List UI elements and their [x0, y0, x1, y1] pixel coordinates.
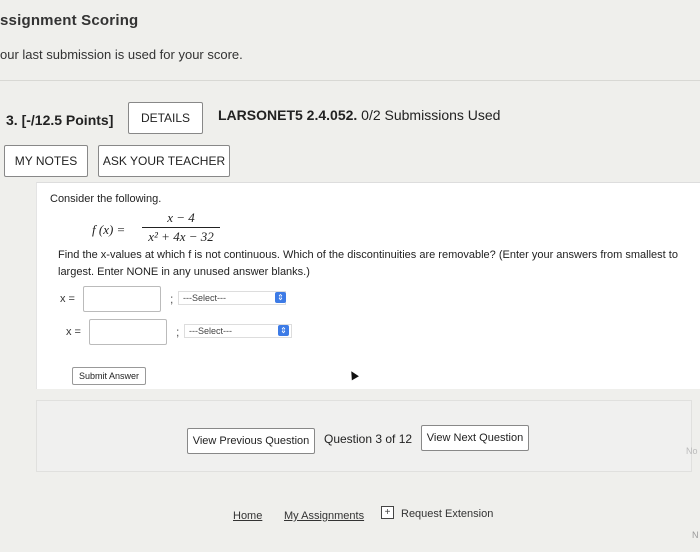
answer-2-input[interactable] [89, 319, 167, 345]
question-number: 3. [-/12.5 Points] [6, 112, 114, 128]
fraction-bar [142, 227, 220, 228]
view-next-question-button[interactable]: View Next Question [421, 425, 529, 451]
answer-1-label: x = [60, 293, 75, 305]
edge-text-bottom: N [692, 530, 699, 540]
function-label: f (x) = [92, 222, 126, 237]
header-divider [0, 80, 700, 81]
question-intro: Consider the following. [50, 193, 162, 205]
my-assignments-link[interactable]: My Assignments [284, 510, 364, 522]
scoring-note: our last submission is used for your sco… [0, 47, 243, 62]
answer-1-input[interactable] [83, 286, 161, 312]
view-previous-question-button[interactable]: View Previous Question [187, 428, 315, 454]
request-extension-link[interactable]: Request Extension [401, 508, 493, 520]
my-notes-button[interactable]: MY NOTES [4, 145, 88, 177]
fraction-numerator: x − 4 [167, 210, 195, 225]
question-instructions: Find the x-values at which f is not cont… [58, 249, 678, 278]
question-code: LARSONET5 2.4.052. [218, 107, 358, 123]
question-source: LARSONET5 2.4.052. 0/2 Submissions Used [218, 107, 500, 123]
fraction: x − 4 x² + 4x − 32 [142, 210, 220, 245]
answer-1-separator: ; [170, 292, 174, 306]
answer-1-removable-select[interactable]: ---Select--- [178, 291, 286, 305]
details-button[interactable]: DETAILS [128, 102, 203, 134]
answer-2-separator: ; [176, 325, 180, 339]
ask-teacher-button[interactable]: ASK YOUR TEACHER [98, 145, 230, 177]
submissions-used: 0/2 Submissions Used [361, 107, 501, 123]
edge-text-right: No [686, 446, 698, 456]
answer-2-removable-select[interactable]: ---Select--- [184, 324, 292, 338]
answer-2-select-value: ---Select--- [189, 326, 232, 336]
select-spinner-icon[interactable]: ⇕ [275, 292, 286, 303]
fraction-denominator: x² + 4x − 32 [148, 229, 214, 244]
assignment-scoring-title: ssignment Scoring [0, 12, 139, 29]
select-spinner-icon[interactable]: ⇕ [278, 325, 289, 336]
submit-answer-button[interactable]: Submit Answer [72, 367, 146, 385]
question-position: Question 3 of 12 [324, 432, 413, 446]
home-link[interactable]: Home [233, 510, 262, 522]
answer-1-select-value: ---Select--- [183, 293, 226, 303]
answer-2-label: x = [66, 326, 81, 338]
request-extension-icon[interactable]: + [381, 506, 394, 519]
